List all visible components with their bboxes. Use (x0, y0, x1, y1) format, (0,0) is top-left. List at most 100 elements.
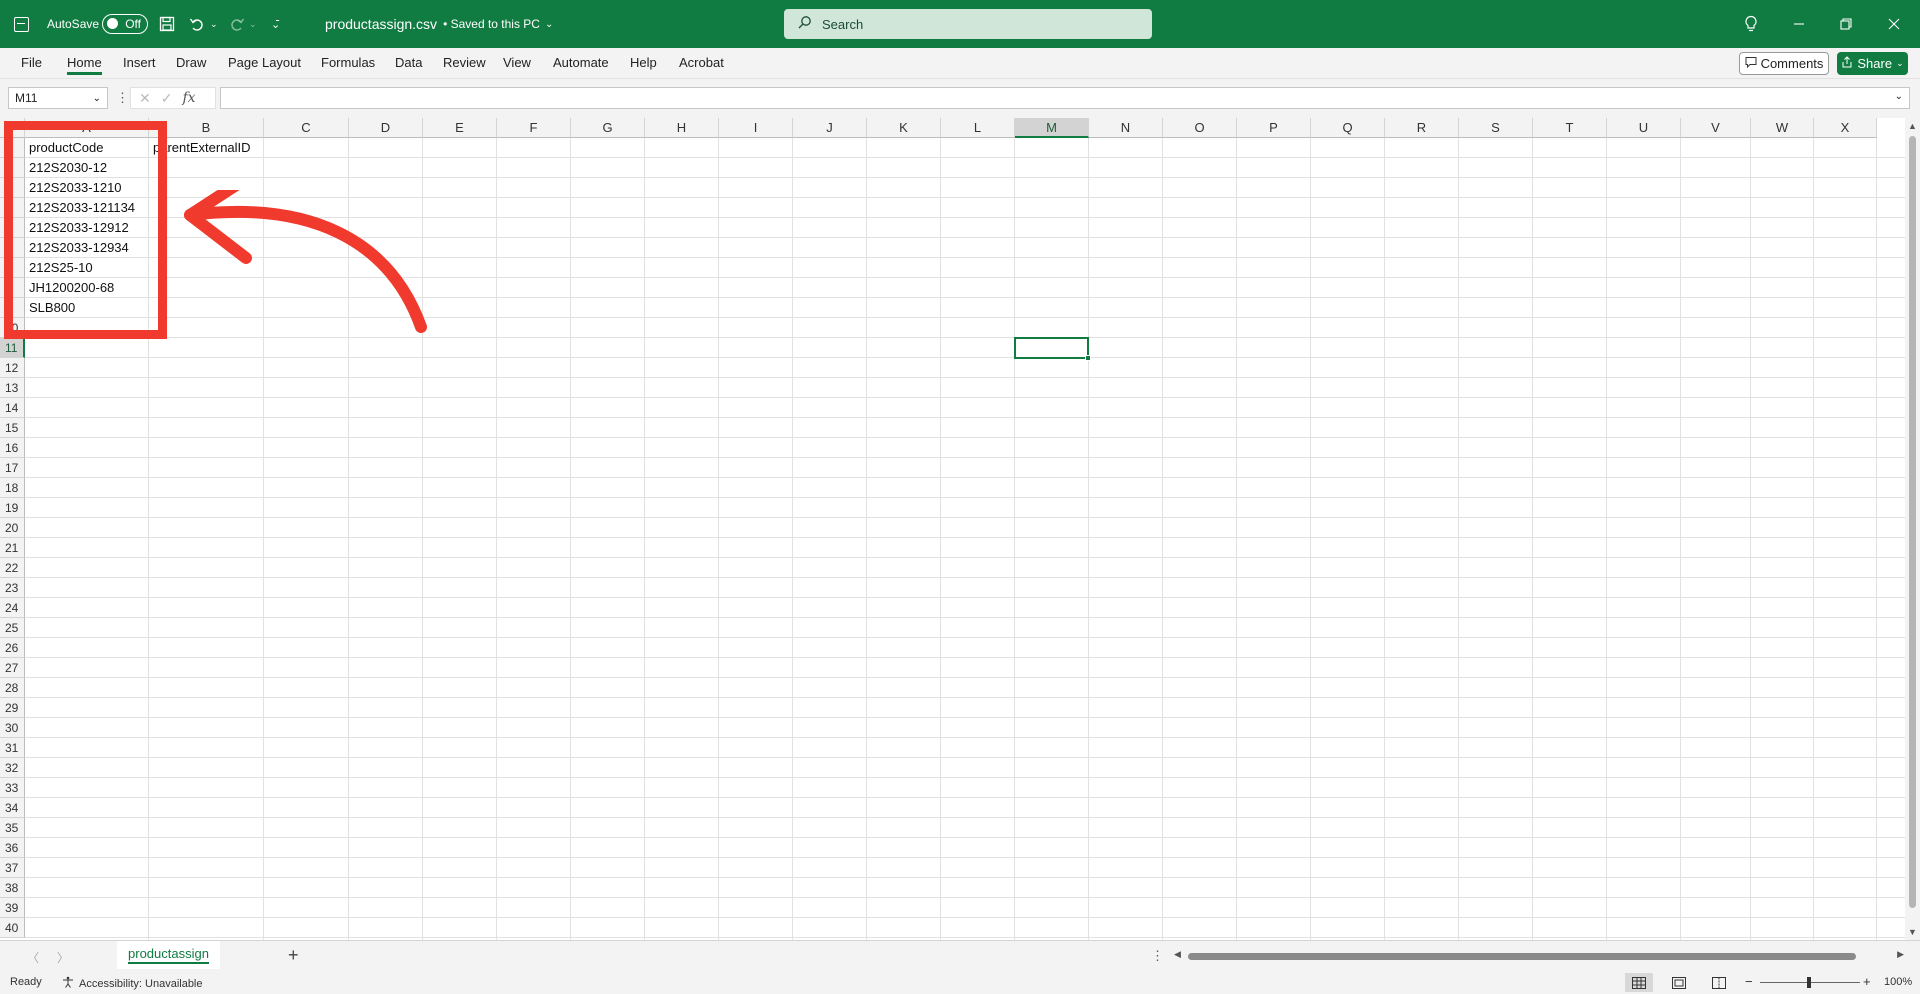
comments-button[interactable]: Comments (1739, 52, 1829, 75)
row-header-29[interactable]: 29 (0, 698, 25, 718)
tab-view[interactable]: View (503, 55, 531, 70)
autosave-toggle[interactable]: Off (102, 0, 148, 48)
row-header-24[interactable]: 24 (0, 598, 25, 618)
add-sheet-icon[interactable]: + (288, 945, 299, 966)
row-header-26[interactable]: 26 (0, 638, 25, 658)
column-header-g[interactable]: G (571, 118, 645, 138)
more-options-icon[interactable]: ⋮ (1151, 948, 1164, 964)
column-header-n[interactable]: N (1089, 118, 1163, 138)
undo-dropdown-icon[interactable]: ⌄ (210, 0, 218, 48)
tab-draw[interactable]: Draw (176, 55, 206, 70)
column-header-l[interactable]: L (941, 118, 1015, 138)
row-header-33[interactable]: 33 (0, 778, 25, 798)
excel-app-icon[interactable] (14, 0, 34, 48)
accessibility-status[interactable]: Accessibility: Unavailable (62, 976, 203, 991)
page-break-view-icon[interactable] (1705, 973, 1733, 992)
row-header-20[interactable]: 20 (0, 518, 25, 538)
row-header-35[interactable]: 35 (0, 818, 25, 838)
row-header-15[interactable]: 15 (0, 418, 25, 438)
row-header-36[interactable]: 36 (0, 838, 25, 858)
row-header-27[interactable]: 27 (0, 658, 25, 678)
row-header-25[interactable]: 25 (0, 618, 25, 638)
row-header-12[interactable]: 12 (0, 358, 25, 378)
undo-icon[interactable] (189, 0, 205, 48)
zoom-out-icon[interactable]: − (1745, 974, 1753, 989)
tab-acrobat[interactable]: Acrobat (679, 55, 724, 70)
column-header-t[interactable]: T (1533, 118, 1607, 138)
name-box[interactable]: M11 ⌄ (8, 87, 108, 109)
column-header-q[interactable]: Q (1311, 118, 1385, 138)
row-header-32[interactable]: 32 (0, 758, 25, 778)
tab-automate[interactable]: Automate (553, 55, 609, 70)
row-header-11[interactable]: 11 (0, 338, 25, 358)
column-header-m[interactable]: M (1015, 118, 1089, 138)
column-header-i[interactable]: I (719, 118, 793, 138)
save-icon[interactable] (159, 0, 175, 48)
formula-input[interactable]: ⌄ (220, 87, 1910, 109)
row-header-19[interactable]: 19 (0, 498, 25, 518)
horizontal-scroll-thumb[interactable] (1188, 953, 1856, 960)
column-header-f[interactable]: F (497, 118, 571, 138)
customize-toolbar-icon[interactable]: ⌄̄ (271, 0, 280, 48)
column-header-o[interactable]: O (1163, 118, 1237, 138)
tab-insert[interactable]: Insert (123, 55, 156, 70)
redo-dropdown-icon[interactable]: ⌄ (249, 0, 257, 48)
cancel-icon[interactable]: ✕ (139, 90, 151, 107)
vertical-scrollbar[interactable]: ▲ ▼ (1905, 118, 1920, 940)
zoom-in-icon[interactable]: + (1863, 974, 1871, 989)
tab-help[interactable]: Help (630, 55, 657, 70)
column-header-x[interactable]: X (1814, 118, 1877, 138)
close-icon[interactable] (1888, 0, 1900, 48)
row-header-13[interactable]: 13 (0, 378, 25, 398)
scroll-up-icon[interactable]: ▲ (1908, 121, 1917, 131)
expand-formula-icon[interactable]: ⌄ (1895, 91, 1903, 102)
tab-review[interactable]: Review (443, 55, 486, 70)
normal-view-icon[interactable] (1625, 973, 1653, 992)
row-header-18[interactable]: 18 (0, 478, 25, 498)
insert-function-icon[interactable]: fx (182, 90, 195, 106)
column-header-j[interactable]: J (793, 118, 867, 138)
row-header-38[interactable]: 38 (0, 878, 25, 898)
column-header-w[interactable]: W (1751, 118, 1814, 138)
more-options-icon[interactable]: ⋮ (116, 90, 129, 106)
tab-data[interactable]: Data (395, 55, 422, 70)
row-header-28[interactable]: 28 (0, 678, 25, 698)
minimize-icon[interactable] (1793, 0, 1805, 48)
row-header-14[interactable]: 14 (0, 398, 25, 418)
column-header-r[interactable]: R (1385, 118, 1459, 138)
row-header-22[interactable]: 22 (0, 558, 25, 578)
redo-icon[interactable] (229, 0, 245, 48)
column-header-e[interactable]: E (423, 118, 497, 138)
tab-home[interactable]: Home (67, 55, 102, 75)
column-header-p[interactable]: P (1237, 118, 1311, 138)
row-header-31[interactable]: 31 (0, 738, 25, 758)
next-sheet-icon[interactable]: 〉 (57, 949, 69, 966)
row-header-17[interactable]: 17 (0, 458, 25, 478)
document-title[interactable]: productassign.csv • Saved to this PC ⌄ (325, 0, 553, 48)
column-header-c[interactable]: C (264, 118, 349, 138)
zoom-level[interactable]: 100% (1884, 976, 1912, 988)
column-header-v[interactable]: V (1681, 118, 1751, 138)
scroll-down-icon[interactable]: ▼ (1908, 927, 1917, 937)
column-header-s[interactable]: S (1459, 118, 1533, 138)
row-header-23[interactable]: 23 (0, 578, 25, 598)
zoom-slider-knob[interactable] (1807, 977, 1811, 988)
row-header-21[interactable]: 21 (0, 538, 25, 558)
column-header-u[interactable]: U (1607, 118, 1681, 138)
row-header-40[interactable]: 40 (0, 918, 25, 938)
search-input[interactable]: Search (784, 9, 1152, 39)
enter-icon[interactable]: ✓ (161, 90, 173, 107)
share-button[interactable]: Share ⌄ (1837, 52, 1908, 75)
column-header-d[interactable]: D (349, 118, 423, 138)
row-header-16[interactable]: 16 (0, 438, 25, 458)
row-header-34[interactable]: 34 (0, 798, 25, 818)
prev-sheet-icon[interactable]: 〈 (27, 949, 39, 966)
tab-page-layout[interactable]: Page Layout (228, 55, 301, 70)
column-header-h[interactable]: H (645, 118, 719, 138)
horizontal-scrollbar[interactable]: ◀ ▶ (1174, 949, 1904, 963)
sheet-tab-productassign[interactable]: productassign (117, 941, 220, 969)
column-header-k[interactable]: K (867, 118, 941, 138)
restore-icon[interactable] (1840, 0, 1852, 48)
page-layout-view-icon[interactable] (1665, 973, 1693, 992)
row-header-30[interactable]: 30 (0, 718, 25, 738)
